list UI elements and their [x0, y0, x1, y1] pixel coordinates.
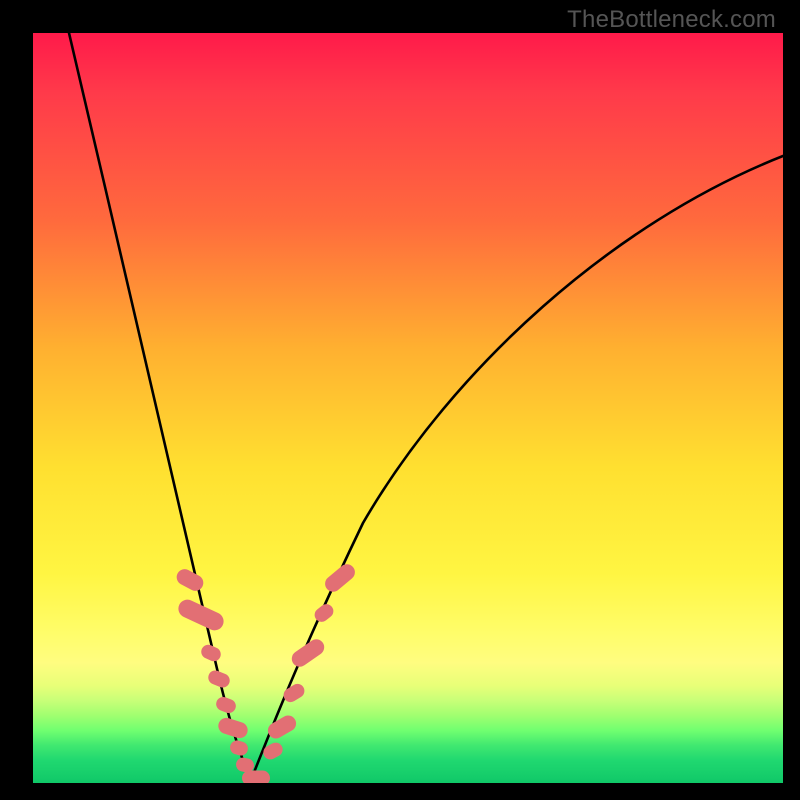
bead-r5 — [312, 601, 336, 624]
bead-r1 — [261, 740, 285, 762]
bead-l1 — [174, 566, 206, 593]
bead-r3 — [281, 681, 307, 705]
beads-overlay — [33, 33, 783, 783]
bead-l2 — [175, 597, 226, 634]
bead-l7 — [228, 739, 249, 757]
plot-area — [33, 33, 783, 783]
watermark-text: TheBottleneck.com — [567, 6, 776, 34]
bead-l4 — [206, 668, 232, 689]
bead-l5 — [214, 695, 238, 715]
bead-l6 — [216, 716, 249, 740]
chart-frame: TheBottleneck.com — [0, 0, 800, 800]
bead-r2 — [265, 713, 299, 742]
bead-r4 — [289, 636, 328, 670]
bead-bottom — [242, 771, 270, 784]
bead-l3 — [199, 643, 223, 664]
bead-r6 — [322, 561, 358, 595]
